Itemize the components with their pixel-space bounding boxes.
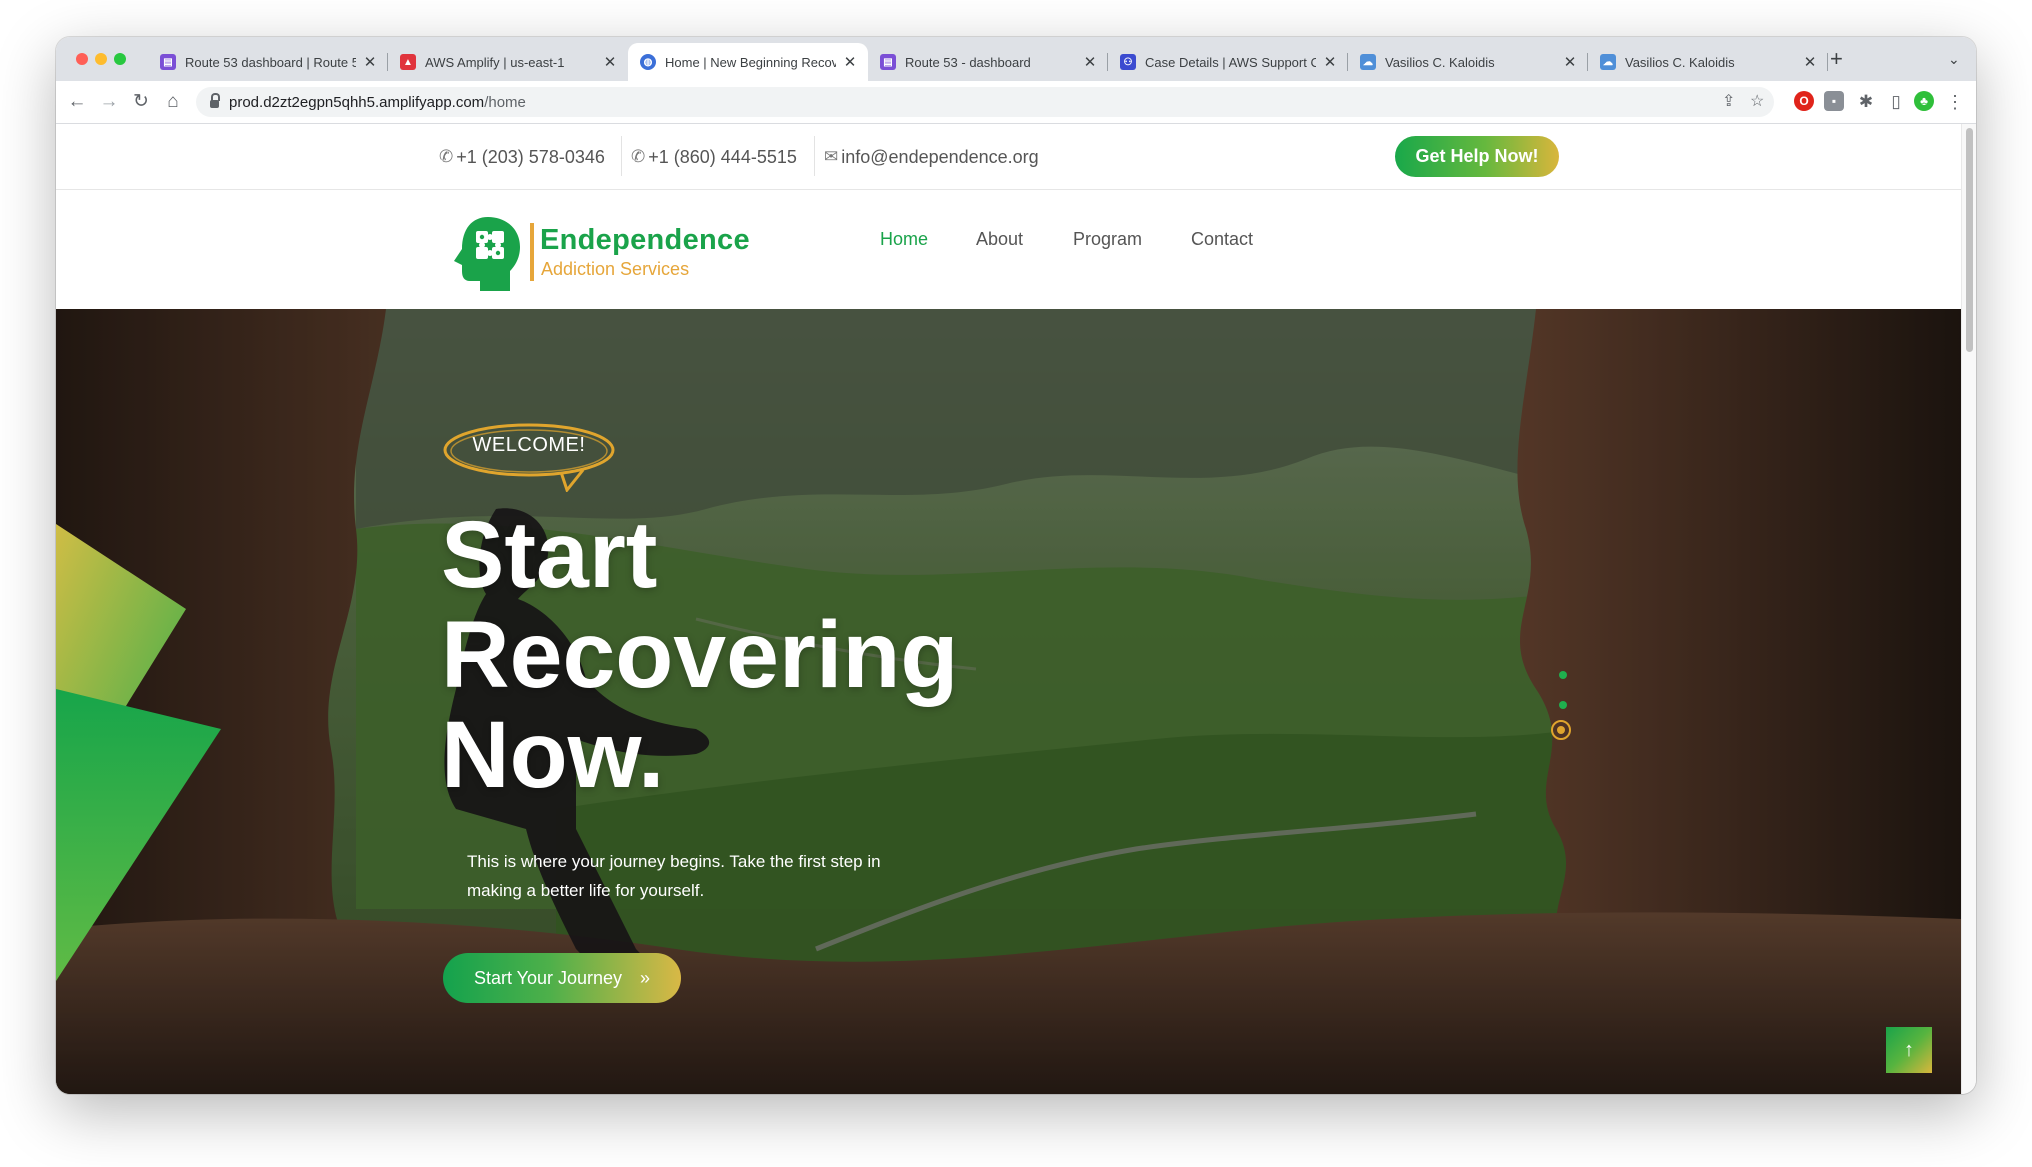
back-icon[interactable]: ← <box>64 89 90 115</box>
extensions-puzzle-icon[interactable]: ✱ <box>1853 89 1879 115</box>
tab-title: Vasilios C. Kaloidis <box>1625 54 1735 70</box>
headline-line-1: Start <box>441 502 658 608</box>
browser-tab-active[interactable]: ◍ Home | New Beginning Recove ✕ <box>628 43 868 81</box>
globe-favicon-icon: ◍ <box>640 54 656 70</box>
close-tab-icon[interactable]: ✕ <box>1802 53 1818 71</box>
get-help-button[interactable]: Get Help Now! <box>1395 136 1559 177</box>
nav-about[interactable]: About <box>976 229 1023 250</box>
close-tab-icon[interactable]: ✕ <box>1562 53 1578 71</box>
browser-toolbar: ← → ↻ ⌂ prod.d2zt2egpn5qhh5.amplifyapp.c… <box>56 81 1976 124</box>
address-bar[interactable]: prod.d2zt2egpn5qhh5.amplifyapp.com/home … <box>196 87 1774 117</box>
maximize-window-button[interactable] <box>114 53 126 65</box>
headline-line-2: Recovering <box>441 602 959 708</box>
minimize-window-button[interactable] <box>95 53 107 65</box>
browser-tab[interactable]: ▲ AWS Amplify | us-east-1 ✕ <box>388 43 628 81</box>
browser-tab[interactable]: ▤ Route 53 dashboard | Route 5 ✕ <box>148 43 388 81</box>
url-path: /home <box>484 93 526 111</box>
home-icon[interactable]: ⌂ <box>160 89 186 115</box>
hero-lead-text: This is where your journey begins. Take … <box>467 852 881 900</box>
forward-icon[interactable]: → <box>96 89 122 115</box>
tab-title: Home | New Beginning Recove <box>665 54 836 70</box>
reload-icon[interactable]: ↻ <box>128 89 154 115</box>
browser-tab[interactable]: ▤ Route 53 - dashboard ✕ <box>868 43 1108 81</box>
main-navbar: Endependence Addiction Services Home Abo… <box>56 190 1961 309</box>
envelope-icon: ✉ <box>824 147 839 166</box>
scroll-to-top-button[interactable]: ↑ <box>1886 1027 1932 1073</box>
nav-home[interactable]: Home <box>880 229 928 250</box>
side-panel-icon[interactable]: ▯ <box>1883 89 1909 115</box>
cloud-favicon-icon: ☁ <box>1360 54 1376 70</box>
tab-title: AWS Amplify | us-east-1 <box>425 54 565 70</box>
browser-window: ▤ Route 53 dashboard | Route 5 ✕ ▲ AWS A… <box>56 37 1976 1094</box>
bookmark-star-icon[interactable]: ☆ <box>1750 91 1764 111</box>
close-tab-icon[interactable]: ✕ <box>1082 53 1098 71</box>
welcome-label: WELCOME! <box>472 434 586 456</box>
headline-line-3: Now. <box>441 702 665 808</box>
close-window-button[interactable] <box>76 53 88 65</box>
share-icon[interactable]: ⇪ <box>1722 91 1735 111</box>
start-journey-button[interactable]: Start Your Journey » <box>443 953 681 1003</box>
phone-icon: ✆ <box>439 147 454 166</box>
cloud-favicon-icon: ☁ <box>1600 54 1616 70</box>
slider-dot-3-active[interactable] <box>1551 720 1571 740</box>
phone-number: +1 (203) 578-0346 <box>456 146 605 167</box>
contact-bar: ✆ +1 (203) 578-0346 ✆ +1 (860) 444-5515 … <box>56 124 1961 190</box>
extension-badge-icon[interactable]: ▪ <box>1824 91 1844 111</box>
logo-divider <box>530 223 534 281</box>
scrollbar-thumb[interactable] <box>1966 128 1973 352</box>
new-tab-icon[interactable]: + <box>1830 48 1843 70</box>
close-tab-icon[interactable]: ✕ <box>602 53 618 71</box>
amplify-favicon-icon: ▲ <box>400 54 416 70</box>
phone-link-2[interactable]: ✆ +1 (860) 444-5515 <box>631 142 797 172</box>
page-scrollbar[interactable] <box>1961 124 1976 1094</box>
browser-tab[interactable]: ☁ Vasilios C. Kaloidis ✕ <box>1588 43 1828 81</box>
more-menu-icon[interactable]: ⋮ <box>1942 89 1968 115</box>
close-tab-icon[interactable]: ✕ <box>362 53 378 71</box>
opera-extension-icon[interactable]: O <box>1794 91 1814 111</box>
welcome-badge: WELCOME! <box>443 422 623 492</box>
email-link[interactable]: ✉ info@endependence.org <box>824 142 1039 172</box>
lock-icon <box>210 93 220 108</box>
profile-avatar-icon[interactable]: ♣ <box>1914 91 1934 111</box>
tab-strip: ▤ Route 53 dashboard | Route 5 ✕ ▲ AWS A… <box>56 37 1976 81</box>
phone-icon: ✆ <box>631 147 646 166</box>
brand-tagline: Addiction Services <box>541 259 690 279</box>
hero-headline: Start Recovering Now. <box>441 505 1141 805</box>
tab-title: Route 53 - dashboard <box>905 54 1031 70</box>
url-host: prod.d2zt2egpn5qhh5.amplifyapp.com <box>229 93 485 111</box>
route53-favicon-icon: ▤ <box>160 54 176 70</box>
phone-number: +1 (860) 444-5515 <box>648 146 797 167</box>
brain-puzzle-logo-icon[interactable] <box>450 215 524 293</box>
slider-dot-2[interactable] <box>1559 701 1567 709</box>
web-page: ✆ +1 (203) 578-0346 ✆ +1 (860) 444-5515 … <box>56 124 1961 1094</box>
start-journey-label: Start Your Journey <box>473 967 623 988</box>
route53-favicon-icon: ▤ <box>880 54 896 70</box>
brand-name[interactable]: Endependence <box>540 224 750 257</box>
speech-bubble-icon <box>443 423 615 492</box>
slider-dot-1[interactable] <box>1559 671 1567 679</box>
close-tab-icon[interactable]: ✕ <box>842 53 858 71</box>
email-address: info@endependence.org <box>841 146 1039 167</box>
phone-link-1[interactable]: ✆ +1 (203) 578-0346 <box>439 142 605 172</box>
nav-program[interactable]: Program <box>1073 229 1142 250</box>
tab-title: Case Details | AWS Support C <box>1145 54 1316 70</box>
support-favicon-icon: ⚇ <box>1120 54 1136 70</box>
hero-slider: WELCOME! Start Recovering Now. This is w… <box>56 309 1961 1094</box>
close-tab-icon[interactable]: ✕ <box>1322 53 1338 71</box>
nav-contact[interactable]: Contact <box>1191 229 1253 250</box>
tab-title: Vasilios C. Kaloidis <box>1385 54 1495 70</box>
tab-search-icon[interactable]: ⌄ <box>1948 51 1960 68</box>
browser-tab[interactable]: ☁ Vasilios C. Kaloidis ✕ <box>1348 43 1588 81</box>
browser-tab[interactable]: ⚇ Case Details | AWS Support C ✕ <box>1108 43 1348 81</box>
tab-title: Route 53 dashboard | Route 5 <box>185 54 356 70</box>
double-chevron-right-icon: » <box>640 967 651 988</box>
